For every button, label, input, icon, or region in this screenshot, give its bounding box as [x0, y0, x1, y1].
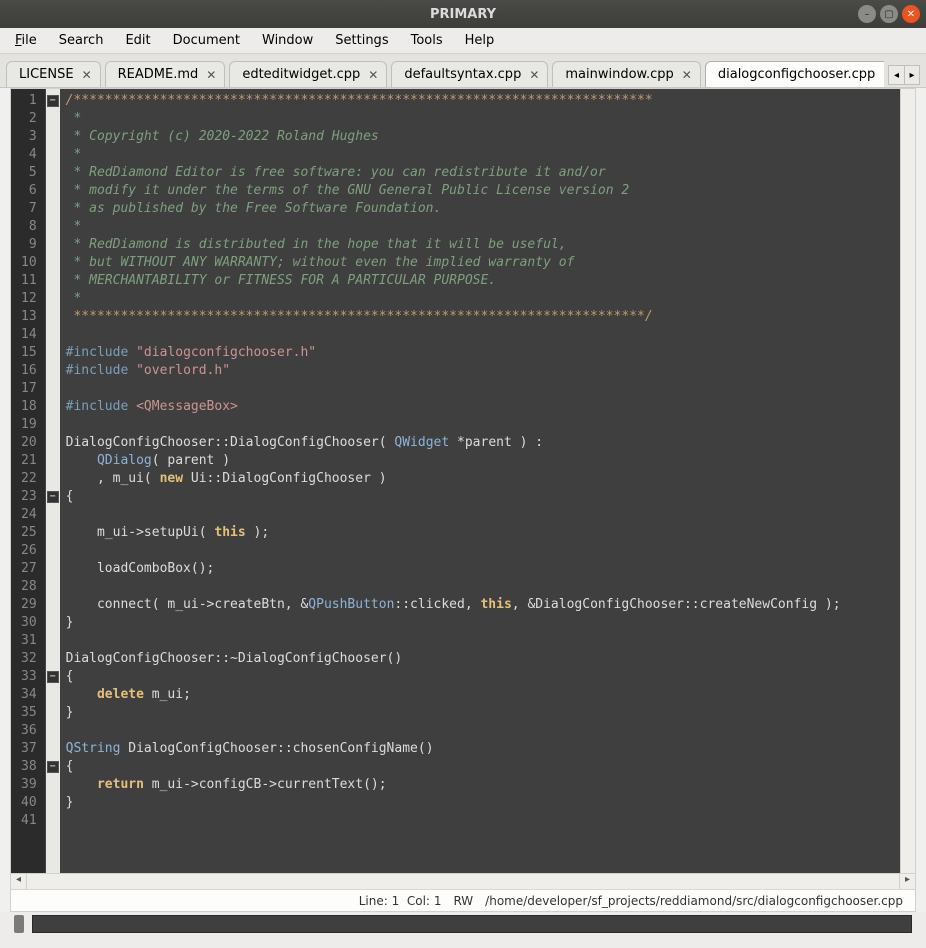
- tab-scroll-left[interactable]: ◂: [888, 65, 904, 85]
- command-input[interactable]: [32, 915, 912, 933]
- tab-scroll-controls: ◂ ▸: [888, 65, 920, 85]
- tab-label: edteditwidget.cpp: [242, 67, 360, 82]
- close-icon[interactable]: ✕: [82, 68, 92, 82]
- close-icon[interactable]: ✕: [682, 68, 692, 82]
- maximize-button[interactable]: ▢: [880, 5, 898, 23]
- status-path: /home/developer/sf_projects/reddiamond/s…: [485, 894, 903, 908]
- vertical-scrollbar[interactable]: [900, 89, 915, 873]
- command-bar: [0, 912, 926, 940]
- tab-defaultsyntax-cpp[interactable]: defaultsyntax.cpp ✕: [391, 61, 548, 87]
- tabbar: LICENSE✕README.md✕edteditwidget.cpp✕defa…: [0, 54, 926, 88]
- code-area[interactable]: /***************************************…: [60, 89, 900, 873]
- tab-label: mainwindow.cpp: [565, 67, 673, 82]
- titlebar: PRIMARY – ▢ ✕: [0, 0, 926, 28]
- menu-settings[interactable]: Settings: [326, 30, 397, 51]
- menu-edit[interactable]: Edit: [116, 30, 159, 51]
- close-icon[interactable]: ✕: [368, 68, 378, 82]
- horizontal-scrollbar[interactable]: ◂▸: [11, 873, 915, 889]
- menu-window[interactable]: Window: [253, 30, 322, 51]
- minimize-button[interactable]: –: [858, 5, 876, 23]
- menu-file[interactable]: File: [6, 30, 46, 51]
- tab-mainwindow-cpp[interactable]: mainwindow.cpp ✕: [552, 61, 700, 87]
- menu-document[interactable]: Document: [164, 30, 249, 51]
- tab-LICENSE[interactable]: LICENSE ✕: [6, 61, 101, 87]
- menubar: FileSearchEditDocumentWindowSettingsTool…: [0, 28, 926, 54]
- fold-toggle-icon[interactable]: −: [47, 95, 59, 107]
- tab-README-md[interactable]: README.md ✕: [105, 61, 226, 87]
- fold-column: − − − −: [46, 89, 60, 873]
- tab-label: README.md: [118, 67, 199, 82]
- close-button[interactable]: ✕: [902, 5, 920, 23]
- tab-label: LICENSE: [19, 67, 74, 82]
- tab-dialogconfigchooser-cpp[interactable]: dialogconfigchooser.cpp ✕: [705, 61, 884, 87]
- fold-toggle-icon[interactable]: −: [47, 761, 59, 773]
- menu-help[interactable]: Help: [456, 30, 504, 51]
- menu-search[interactable]: Search: [50, 30, 113, 51]
- window-controls: – ▢ ✕: [858, 5, 926, 23]
- tab-scroll-right[interactable]: ▸: [904, 65, 920, 85]
- command-handle-icon: [14, 915, 24, 933]
- status-mode: RW: [453, 894, 473, 908]
- tab-label: defaultsyntax.cpp: [404, 67, 521, 82]
- fold-toggle-icon[interactable]: −: [47, 491, 59, 503]
- close-icon[interactable]: ✕: [206, 68, 216, 82]
- line-number-gutter: 1 2 3 4 5 6 7 8 9 10 11 12 13 14 15 16 1…: [11, 89, 46, 873]
- menu-tools[interactable]: Tools: [402, 30, 452, 51]
- status-line: Line: 1 Col: 1: [359, 894, 442, 908]
- close-icon[interactable]: ✕: [883, 68, 884, 82]
- fold-toggle-icon[interactable]: −: [47, 671, 59, 683]
- tab-edteditwidget-cpp[interactable]: edteditwidget.cpp ✕: [229, 61, 387, 87]
- editor-frame: 1 2 3 4 5 6 7 8 9 10 11 12 13 14 15 16 1…: [10, 88, 916, 912]
- statusbar: Line: 1 Col: 1 RW /home/developer/sf_pro…: [11, 889, 915, 911]
- tab-label: dialogconfigchooser.cpp: [718, 67, 875, 82]
- window-title: PRIMARY: [0, 7, 926, 22]
- close-icon[interactable]: ✕: [529, 68, 539, 82]
